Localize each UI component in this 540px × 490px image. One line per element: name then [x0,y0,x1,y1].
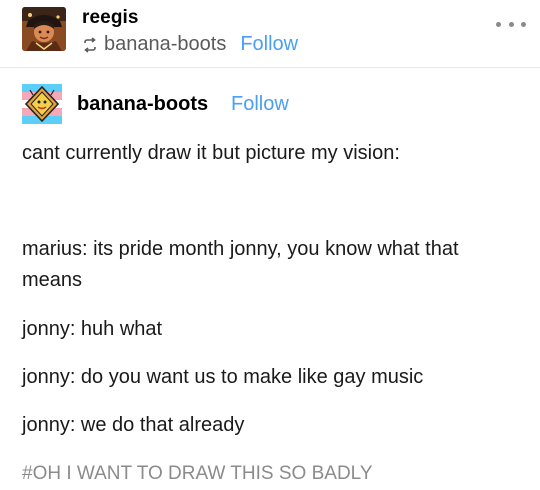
source-blog-name[interactable]: banana-boots [77,92,208,116]
more-dots-icon [496,21,501,27]
author-blog-name[interactable]: reegis [82,6,139,30]
source-header: banana-boots Follow [22,84,522,124]
more-options-button[interactable] [496,14,526,34]
reblog-source-link[interactable]: banana-boots [104,32,226,56]
author-avatar-image [22,7,66,51]
post-paragraph: jonny: huh what [22,318,163,340]
author-avatar[interactable] [22,7,66,51]
reblog-attribution: banana-boots Follow [82,32,298,56]
follow-reblog-source-button[interactable]: Follow [240,32,298,56]
follow-source-button[interactable]: Follow [231,92,289,116]
source-avatar[interactable] [22,84,62,124]
post-paragraph: marius: its pride month jonny, you know … [22,238,459,291]
more-dots-icon [508,21,514,27]
post-tag[interactable]: #OH I WANT TO DRAW THIS SO BADLY [22,460,373,488]
post-header: reegis banana-boots Follow [0,0,540,68]
post-paragraph: jonny: do you want us to make like gay m… [22,366,424,388]
more-dots-icon [521,21,526,27]
post-paragraph: jonny: we do that already [22,414,245,436]
source-avatar-image [22,84,62,124]
reblog-icon [82,36,98,53]
post-paragraph: cant currently draw it but picture my vi… [22,142,400,164]
